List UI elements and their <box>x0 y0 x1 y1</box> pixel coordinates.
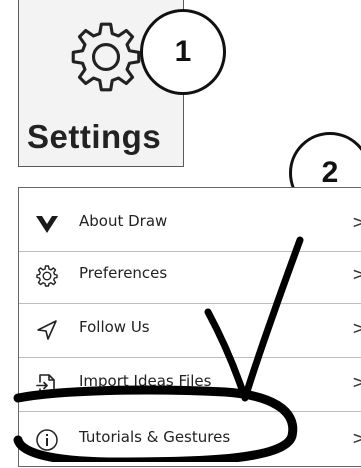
menu-item-label: Import Ideas Files <box>79 372 212 390</box>
menu-item-label: Tutorials & Gestures <box>79 428 231 446</box>
menu-item-tutorials-gestures[interactable]: Tutorials & Gestures > <box>19 414 361 468</box>
callout-number-1: 1 <box>140 9 226 95</box>
gear-icon <box>36 265 58 287</box>
chevron-right-icon: > <box>351 212 361 233</box>
menu-item-label: Preferences <box>79 264 168 282</box>
menu-item-follow-us[interactable]: Follow Us > <box>19 304 361 358</box>
chevron-right-icon: > <box>351 318 361 339</box>
menu-item-label: About Draw <box>79 212 168 230</box>
menu-item-preferences[interactable]: Preferences > <box>19 250 361 304</box>
menu-item-about-draw[interactable]: About Draw > <box>19 198 361 252</box>
gear-icon <box>71 22 141 92</box>
import-icon <box>36 374 55 394</box>
draw-logo-icon <box>36 216 58 233</box>
chevron-right-icon: > <box>351 264 361 285</box>
info-icon <box>36 429 58 451</box>
menu-item-import-ideas-files[interactable]: Import Ideas Files > <box>19 358 361 412</box>
chevron-right-icon: > <box>351 428 361 449</box>
send-arrow-icon <box>37 320 57 340</box>
chevron-right-icon: > <box>351 372 361 393</box>
menu-item-label: Follow Us <box>79 318 150 336</box>
settings-menu: About Draw > Preferences > Follow Us > I… <box>18 187 361 467</box>
settings-label: Settings <box>27 118 162 155</box>
